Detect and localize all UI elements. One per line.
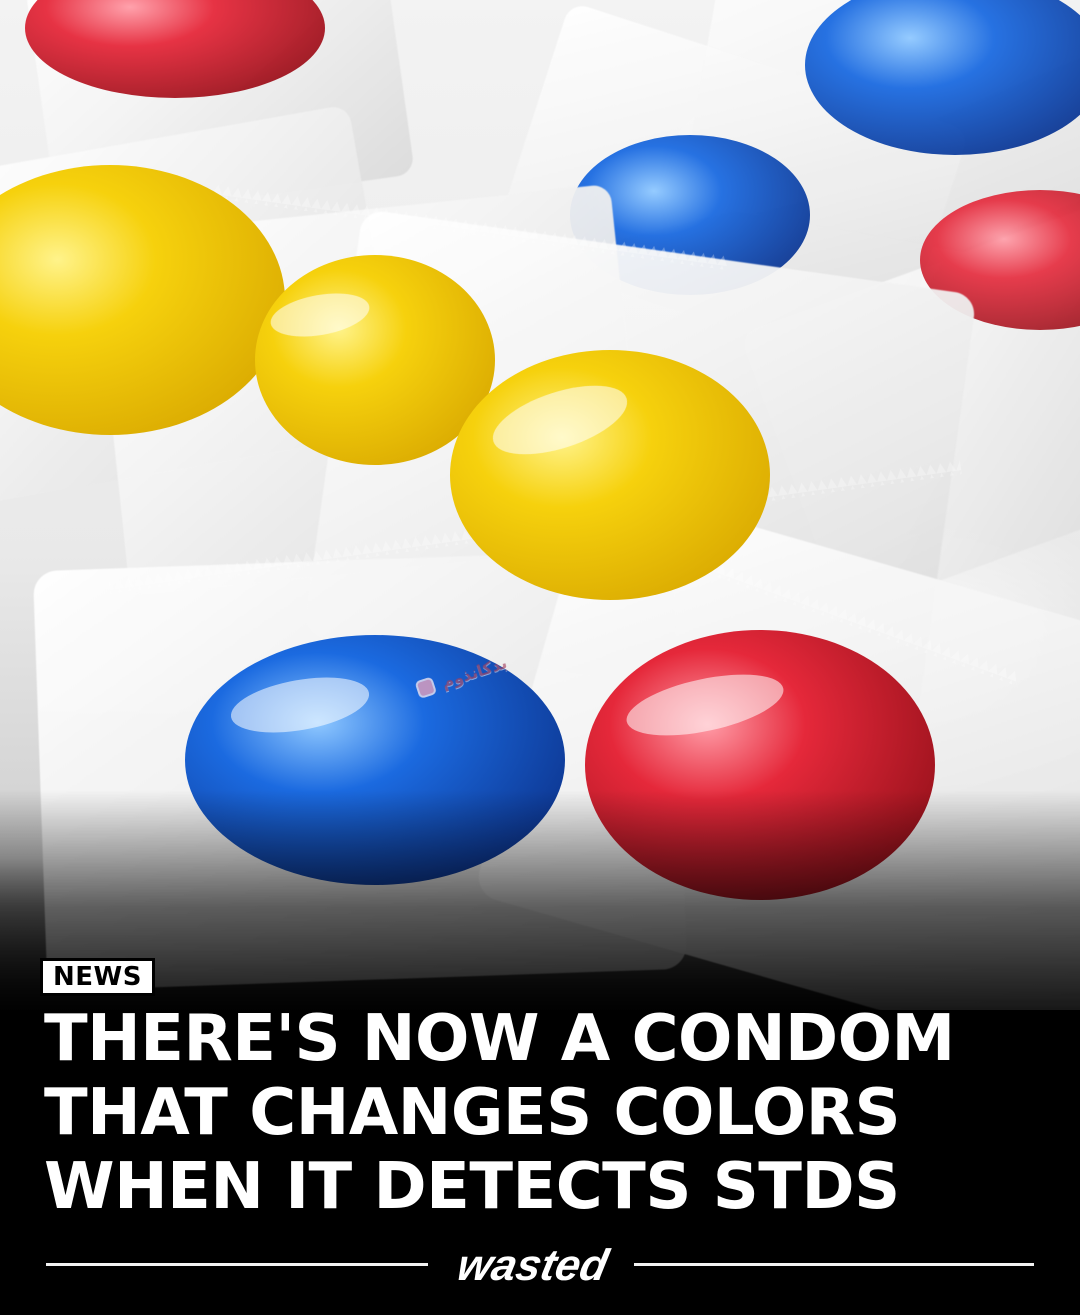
headline-line-2: THAT CHANGES COLORS bbox=[44, 1076, 901, 1150]
brand-footer: wasted bbox=[46, 1240, 1034, 1292]
watermark-text: بدکانذوم bbox=[439, 652, 510, 692]
headline: THERE'S NOW A CONDOM THAT CHANGES COLORS… bbox=[44, 1002, 1054, 1224]
news-tag-label: NEWS bbox=[53, 962, 142, 992]
condom-packets-illustration bbox=[0, 0, 1080, 1010]
headline-line-3: WHEN IT DETECTS STDS bbox=[44, 1150, 900, 1224]
hero-photo: بدکانذوم bbox=[0, 0, 1080, 1010]
brand-wordmark: wasted bbox=[453, 1241, 613, 1290]
news-post: بدکانذوم NEWS THERE'S NOW A CONDOM THAT … bbox=[0, 0, 1080, 1315]
news-tag: NEWS bbox=[40, 958, 155, 996]
brand-logo: wasted bbox=[448, 1240, 618, 1292]
brand-divider-right bbox=[634, 1263, 1034, 1266]
brand-divider-left bbox=[46, 1263, 428, 1266]
headline-line-1: THERE'S NOW A CONDOM bbox=[44, 1002, 955, 1076]
